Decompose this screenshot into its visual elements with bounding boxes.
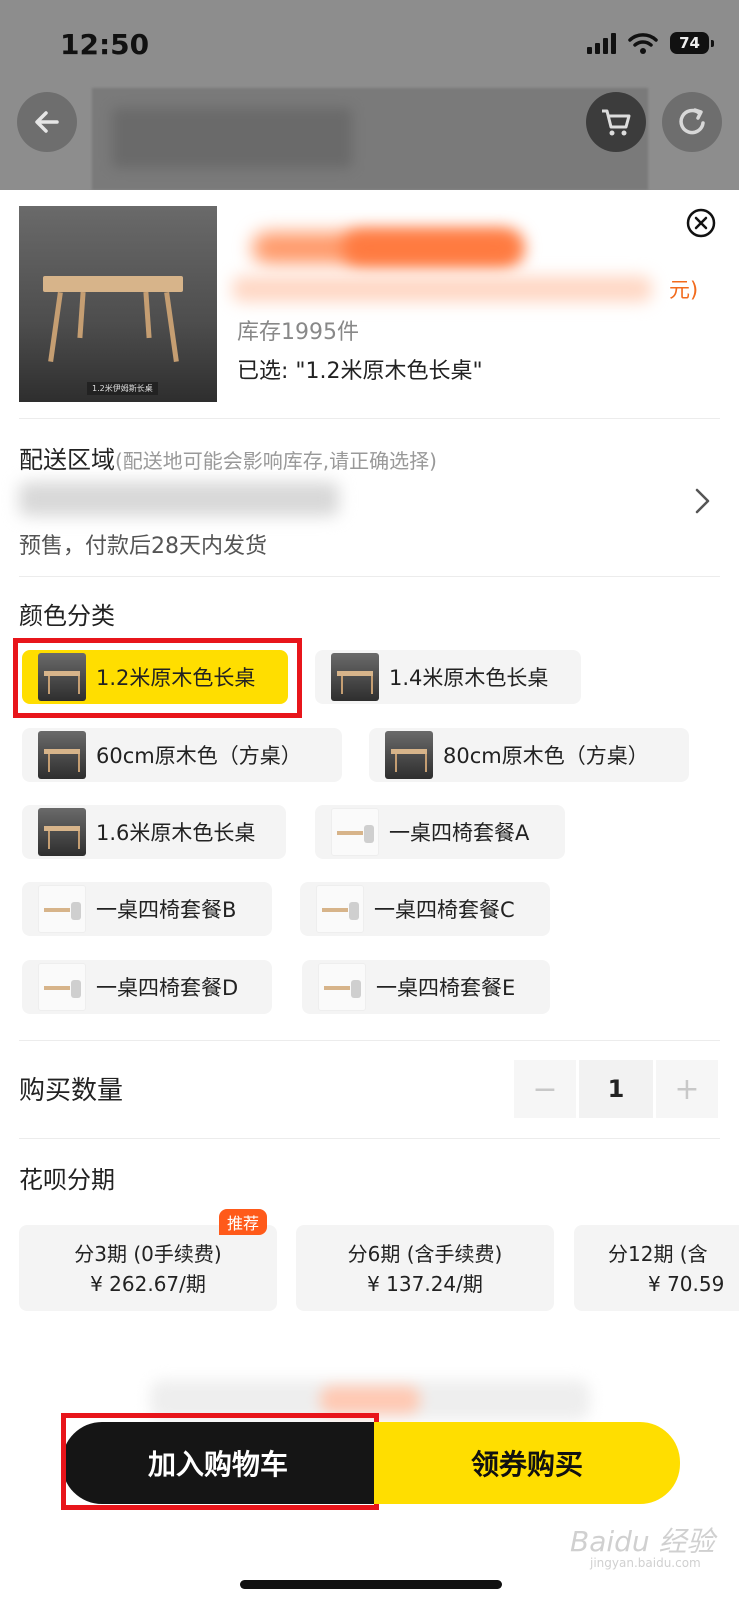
product-image-caption: 1.2米伊姆斯长桌 xyxy=(87,382,158,395)
battery-indicator: 74 xyxy=(670,32,714,54)
option-label: 一桌四椅套餐A xyxy=(389,821,530,845)
background-header: 12:50 74 xyxy=(0,0,739,190)
divider xyxy=(19,1138,720,1139)
color-option[interactable]: 一桌四椅套餐C xyxy=(300,882,550,936)
option-label: 60cm原木色（方桌） xyxy=(96,744,302,768)
option-thumbnail xyxy=(38,731,86,779)
plan-price: ¥ 137.24/期 xyxy=(367,1272,483,1296)
plan-price: ¥ 70.59 xyxy=(648,1272,725,1296)
color-option[interactable]: 一桌四椅套餐B xyxy=(22,882,272,936)
delivery-title: 配送区域 xyxy=(19,446,115,474)
quantity-value[interactable]: 1 xyxy=(579,1060,653,1118)
wifi-icon xyxy=(628,33,658,54)
delivery-hint: (配送地可能会影响库存,请正确选择) xyxy=(115,449,437,473)
divider xyxy=(19,418,720,419)
home-indicator[interactable] xyxy=(240,1580,502,1589)
installment-plan[interactable]: 分12期 (含 ¥ 70.59 xyxy=(574,1225,739,1311)
highlight-box xyxy=(61,1413,379,1510)
refresh-icon xyxy=(679,108,705,135)
close-icon[interactable] xyxy=(686,208,716,238)
color-option[interactable]: 1.4米原木色长桌 xyxy=(315,650,581,704)
option-label: 一桌四椅套餐B xyxy=(96,898,237,922)
installment-title: 花呗分期 xyxy=(19,1166,115,1194)
option-label: 一桌四椅套餐E xyxy=(376,976,516,1000)
option-thumbnail xyxy=(38,808,86,856)
option-thumbnail xyxy=(385,731,433,779)
divider xyxy=(19,1040,720,1041)
option-label: 1.6米原木色长桌 xyxy=(96,821,256,845)
increase-button[interactable]: + xyxy=(656,1060,718,1118)
plan-price: ¥ 262.67/期 xyxy=(90,1272,206,1296)
decrease-button[interactable]: − xyxy=(514,1060,576,1118)
color-option[interactable]: 一桌四椅套餐A xyxy=(315,805,565,859)
selected-sku: 已选: "1.2米原木色长桌" xyxy=(237,359,483,384)
installment-plan[interactable]: 分3期 (0手续费) ¥ 262.67/期 xyxy=(19,1225,277,1311)
cellular-signal-icon xyxy=(587,32,617,54)
status-time: 12:50 xyxy=(60,28,150,61)
blurred-search-bar[interactable] xyxy=(92,88,648,190)
highlight-box xyxy=(13,638,302,718)
option-label: 1.4米原木色长桌 xyxy=(389,666,549,690)
option-label: 一桌四椅套餐C xyxy=(374,898,515,922)
option-thumbnail xyxy=(316,885,364,933)
price-suffix: 元) xyxy=(669,278,699,302)
presale-notice: 预售，付款后28天内发货 xyxy=(19,534,267,559)
color-option[interactable]: 1.6米原木色长桌 xyxy=(22,805,286,859)
plan-terms: 分12期 (含 xyxy=(608,1242,708,1266)
cart-icon xyxy=(602,109,631,136)
blurred-price xyxy=(232,220,672,312)
status-icons: 74 xyxy=(587,32,714,54)
option-thumbnail xyxy=(38,885,86,933)
chevron-right-icon[interactable] xyxy=(692,486,712,516)
divider xyxy=(19,576,720,577)
option-thumbnail xyxy=(318,963,366,1011)
back-button[interactable] xyxy=(17,92,77,152)
plan-terms: 分3期 (0手续费) xyxy=(74,1242,222,1266)
refresh-button[interactable] xyxy=(662,92,722,152)
delivery-section-title: 配送区域(配送地可能会影响库存,请正确选择) xyxy=(19,440,437,475)
quantity-stepper: − 1 + xyxy=(514,1060,720,1118)
option-thumbnail xyxy=(331,808,379,856)
blurred-address[interactable] xyxy=(19,482,339,516)
stock-count: 库存1995件 xyxy=(237,320,359,345)
option-thumbnail xyxy=(331,653,379,701)
color-option[interactable]: 80cm原木色（方桌） xyxy=(369,728,689,782)
color-option[interactable]: 60cm原木色（方桌） xyxy=(22,728,342,782)
arrow-left-icon xyxy=(35,111,59,133)
buy-now-button[interactable]: 领券购买 xyxy=(374,1422,680,1504)
sku-selection-sheet: 1.2米伊姆斯长桌 元) 库存1995件 已选: "1.2米原木色长桌" 配送区… xyxy=(0,190,739,1600)
option-label: 一桌四椅套餐D xyxy=(96,976,239,1000)
watermark: Baidu 经验 xyxy=(570,1525,715,1558)
installment-plan[interactable]: 分6期 (含手续费) ¥ 137.24/期 xyxy=(296,1225,554,1311)
color-option[interactable]: 一桌四椅套餐D xyxy=(22,960,272,1014)
color-option[interactable]: 一桌四椅套餐E xyxy=(302,960,550,1014)
quantity-label: 购买数量 xyxy=(19,1076,124,1106)
color-section-title: 颜色分类 xyxy=(19,602,115,630)
option-label: 80cm原木色（方桌） xyxy=(443,744,649,768)
product-image: 1.2米伊姆斯长桌 xyxy=(19,206,217,402)
plan-terms: 分6期 (含手续费) xyxy=(347,1242,503,1266)
cart-button[interactable] xyxy=(586,92,646,152)
watermark-url: jingyan.baidu.com xyxy=(590,1556,701,1570)
recommend-badge: 推荐 xyxy=(219,1209,268,1235)
option-thumbnail xyxy=(38,963,86,1011)
